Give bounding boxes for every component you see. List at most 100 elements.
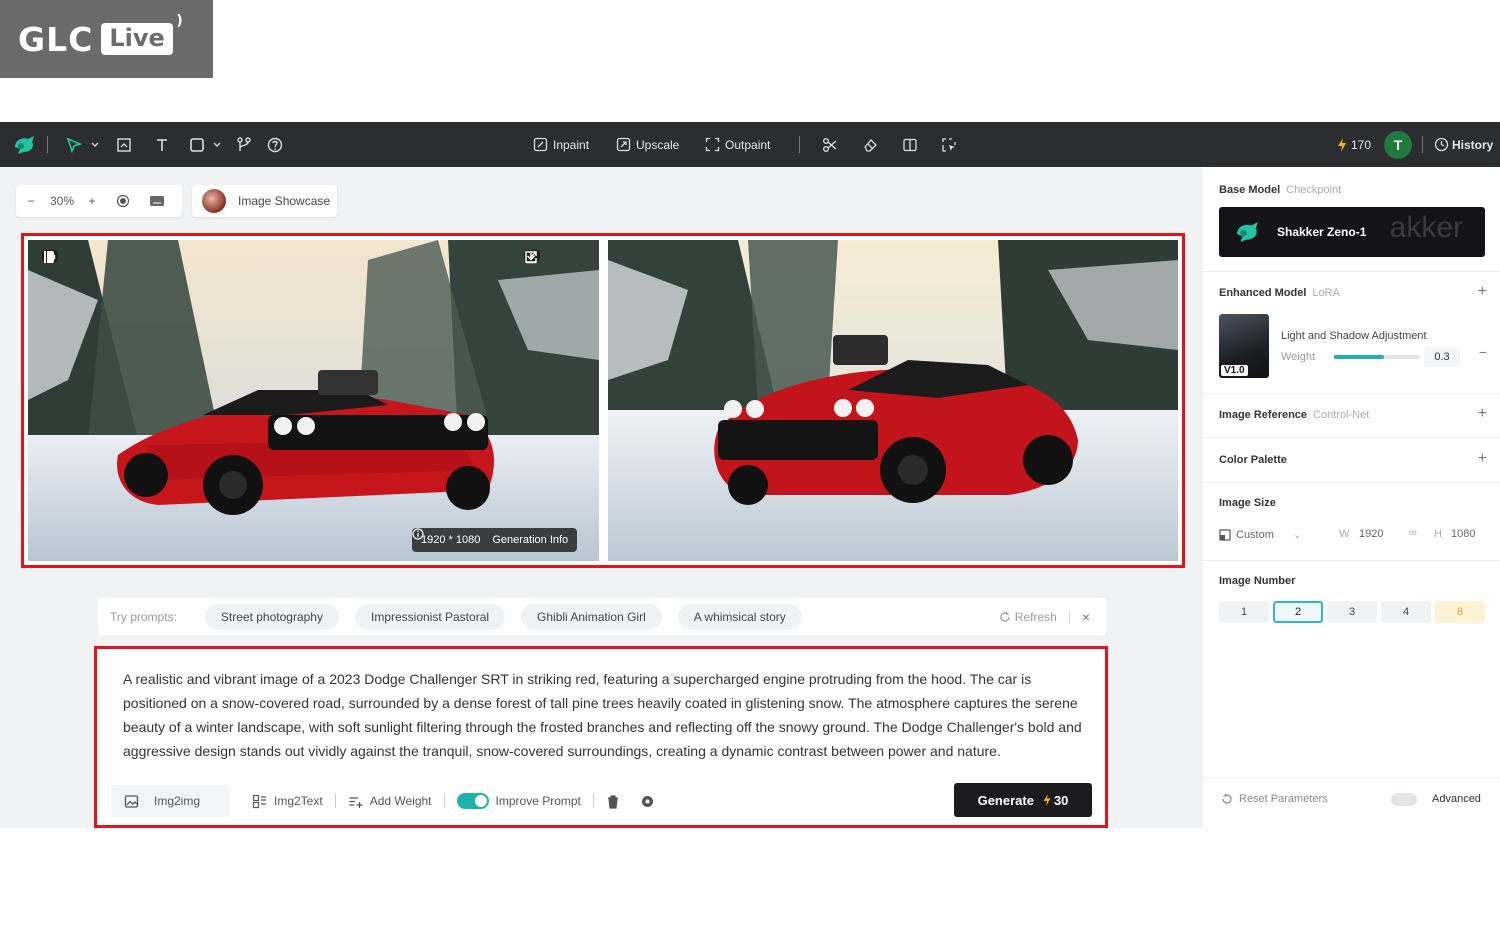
outpaint-button[interactable]: Outpaint (705, 122, 770, 167)
upscale-button[interactable]: Upscale (616, 122, 679, 167)
generate-cost: 30 (1042, 793, 1068, 808)
reset-icon (1222, 793, 1232, 804)
inpaint-label: Inpaint (553, 137, 590, 152)
settings-panel: Base Model Checkpoint Shakker Zeno-1 akke… (1203, 167, 1500, 828)
section-title: Image Number (1219, 575, 1296, 587)
generation-info-button[interactable]: Generation Info (412, 528, 569, 546)
prompt-chip[interactable]: A whimsical story (677, 603, 802, 630)
refresh-label: Refresh (1014, 609, 1057, 624)
section-subtitle: Checkpoint (1286, 184, 1342, 196)
close-icon[interactable]: × (1082, 609, 1090, 625)
img2img-button[interactable]: Img2img (112, 785, 230, 817)
reset-label: Reset Parameters (1239, 793, 1328, 805)
remove-lora-button[interactable]: − (1479, 344, 1487, 360)
image-number-option-premium[interactable]: 8 (1435, 601, 1485, 623)
thumbs-down-icon[interactable] (42, 250, 56, 264)
logo-badge: Live) (101, 13, 183, 55)
image-number-option[interactable]: 1 (1219, 601, 1269, 623)
enhanced-model-section: Enhanced Model LoRA + (1219, 283, 1487, 300)
generation-info-label: Generation Info (492, 534, 569, 546)
select-area-icon[interactable] (941, 122, 957, 167)
image-number-option[interactable]: 4 (1381, 601, 1431, 623)
reset-parameters-button[interactable]: Reset Parameters (1221, 793, 1328, 805)
add-lora-button[interactable]: + (1478, 283, 1487, 301)
advanced-toggle[interactable] (1391, 793, 1417, 806)
checkpoint-watermark: akker (1389, 211, 1463, 244)
chevron-down-icon: ⌄ (1292, 529, 1303, 541)
weight-label: Weight (1281, 351, 1316, 363)
fit-view-icon[interactable] (106, 194, 140, 208)
divider (1422, 136, 1423, 153)
image-number-option-selected[interactable]: 2 (1273, 601, 1323, 623)
weight-slider-fill (1334, 355, 1384, 359)
section-title: Image Reference (1219, 409, 1308, 421)
zoom-level: 30% (49, 194, 75, 208)
weight-slider[interactable] (1334, 355, 1420, 359)
prompt-chip[interactable]: Impressionist Pastoral (354, 603, 506, 630)
image-showcase-button[interactable]: Image Showcase (192, 185, 337, 217)
generated-images-frame: 1920 * 1080 Generation Info (21, 233, 1185, 568)
generate-button[interactable]: Generate 30 (954, 783, 1092, 817)
generated-image-2[interactable] (608, 240, 1178, 561)
prompt-toolbar: Img2img Img2Text Add Weight Improve Prom… (112, 783, 1092, 819)
section-title: Color Palette (1219, 454, 1287, 466)
scissors-icon[interactable] (822, 122, 838, 167)
improve-prompt-toggle[interactable]: Improve Prompt (445, 785, 593, 817)
generate-label: Generate (977, 792, 1034, 808)
refresh-icon (1000, 611, 1010, 622)
history-label: History (1452, 137, 1494, 152)
info-icon (412, 528, 424, 540)
top-toolbar: Inpaint Upscale Outpaint 170 T History (0, 122, 1500, 167)
add-palette-button[interactable]: + (1478, 450, 1487, 468)
prompt-chip[interactable]: Ghibli Animation Girl (521, 603, 662, 630)
compare-icon[interactable] (902, 122, 918, 167)
image-actions (524, 250, 540, 264)
width-input[interactable]: 1920 (1359, 528, 1383, 540)
shape-tool-icon[interactable] (189, 122, 225, 167)
trash-icon[interactable] (594, 785, 632, 817)
add-reference-button[interactable]: + (1478, 405, 1487, 423)
add-weight-button[interactable]: Add Weight (336, 785, 444, 817)
user-avatar-button[interactable]: T (1384, 122, 1412, 167)
toggle-switch[interactable] (456, 793, 489, 809)
image-import-icon[interactable] (116, 122, 132, 167)
logo-badge-text: Live (109, 24, 165, 52)
img2text-button[interactable]: Img2Text (240, 785, 335, 817)
keyboard-icon[interactable] (140, 195, 174, 207)
shakker-logo-icon[interactable] (12, 122, 38, 167)
link-icon[interactable]: ∞ (1409, 527, 1417, 539)
zoom-out-button[interactable]: − (16, 194, 46, 208)
branch-icon[interactable] (236, 122, 252, 167)
text-tool-icon[interactable] (154, 122, 170, 167)
eraser-icon[interactable] (862, 122, 878, 167)
weight-value[interactable]: 0.3 (1424, 347, 1460, 367)
open-external-icon[interactable] (524, 250, 538, 264)
prompt-editor: A realistic and vibrant image of a 2023 … (94, 646, 1108, 828)
try-prompts-label: Try prompts: (110, 609, 177, 624)
divider (1068, 609, 1070, 624)
height-input[interactable]: 1080 (1451, 528, 1475, 540)
prompt-chip[interactable]: Street photography (204, 603, 339, 630)
select-arrow-icon[interactable] (66, 122, 100, 167)
generated-image-1[interactable]: 1920 * 1080 Generation Info (28, 240, 599, 561)
image-number-option[interactable]: 3 (1327, 601, 1377, 623)
image-resolution: 1920 * 1080 (421, 534, 481, 546)
divider (1203, 437, 1500, 438)
img2text-icon (252, 794, 266, 808)
section-title: Enhanced Model (1219, 287, 1307, 299)
prompt-textarea[interactable]: A realistic and vibrant image of a 2023 … (123, 667, 1083, 763)
refresh-button[interactable]: Refresh (999, 610, 1057, 624)
zoom-in-button[interactable]: + (78, 194, 106, 208)
avatar: T (1384, 130, 1412, 159)
checkpoint-selector[interactable]: Shakker Zeno-1 akker (1219, 207, 1485, 257)
height-label: H (1434, 528, 1442, 540)
section-title: Base Model (1219, 184, 1281, 196)
help-icon[interactable] (267, 122, 283, 167)
inpaint-button[interactable]: Inpaint (533, 122, 589, 167)
size-preset-select[interactable]: Custom ⌄ (1219, 528, 1302, 541)
history-button[interactable]: History (1434, 122, 1493, 167)
inpaint-icon (533, 137, 548, 152)
lightning-icon (1043, 794, 1051, 806)
image-size-section: Image Size (1219, 497, 1487, 509)
settings-icon[interactable] (632, 785, 667, 817)
